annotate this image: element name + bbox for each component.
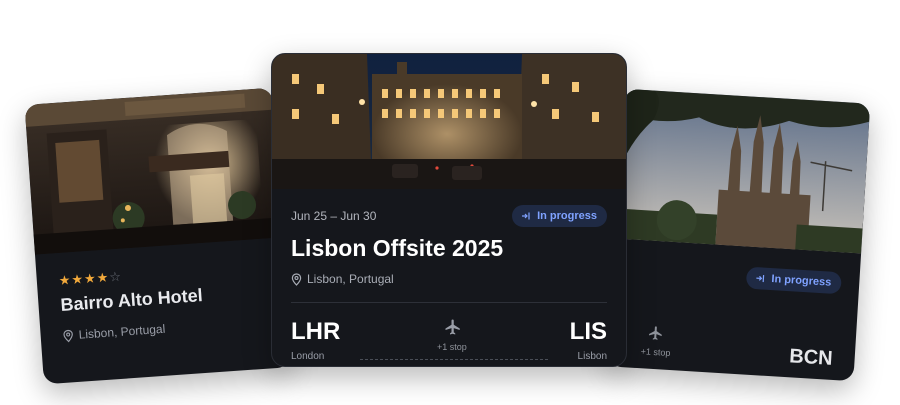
destination-city: Lisbon (577, 351, 607, 362)
trip-location: Lisbon, Portugal (291, 272, 394, 286)
status-text: In progress (537, 210, 597, 222)
status-badge: In progress (512, 205, 607, 227)
lisbon-street-photo (272, 54, 626, 189)
pin-icon (63, 329, 73, 342)
destination-code: BCN (788, 345, 834, 370)
trip-card-lisbon[interactable]: Jun 25 – Jun 30 In progress Lisbon Offsi… (271, 53, 627, 367)
filled-stars: ★★★★ (58, 269, 110, 289)
star-rating: ★★★★☆ (58, 269, 122, 289)
arrow-into-box-icon (522, 212, 530, 220)
origin-city: London (291, 351, 325, 362)
arrow-into-box-icon (756, 275, 765, 283)
stop-count: +1 stop (640, 346, 671, 359)
empty-star-icon: ☆ (108, 268, 123, 285)
hotel-location-text: Lisbon, Portugal (78, 321, 166, 342)
hotel-location: Lisbon, Portugal (62, 321, 166, 343)
trip-dates: Jun 25 – Jun 30 (291, 209, 377, 223)
hotel-photo (24, 87, 283, 255)
destination-code: LIS (569, 318, 607, 345)
route-line (360, 359, 548, 360)
sagrada-familia-photo (615, 88, 871, 254)
trip-card-barcelona[interactable]: In progress 2 +1 stop BCN (607, 88, 871, 382)
origin-code: LHR (291, 318, 341, 345)
trip-location-text: Lisbon, Portugal (307, 272, 394, 286)
divider (291, 302, 607, 303)
plane-icon (445, 319, 460, 335)
hotel-name: Bairro Alto Hotel (59, 285, 204, 315)
plane-icon (649, 326, 662, 340)
stop-count: +1 stop (437, 342, 467, 352)
trip-title: Lisbon Offsite 2025 (291, 235, 504, 261)
pin-icon (291, 272, 302, 286)
status-badge: In progress (745, 266, 842, 295)
status-text: In progress (771, 273, 832, 289)
hotel-card[interactable]: ★★★★☆ Bairro Alto Hotel Lisbon, Portugal (24, 87, 292, 385)
